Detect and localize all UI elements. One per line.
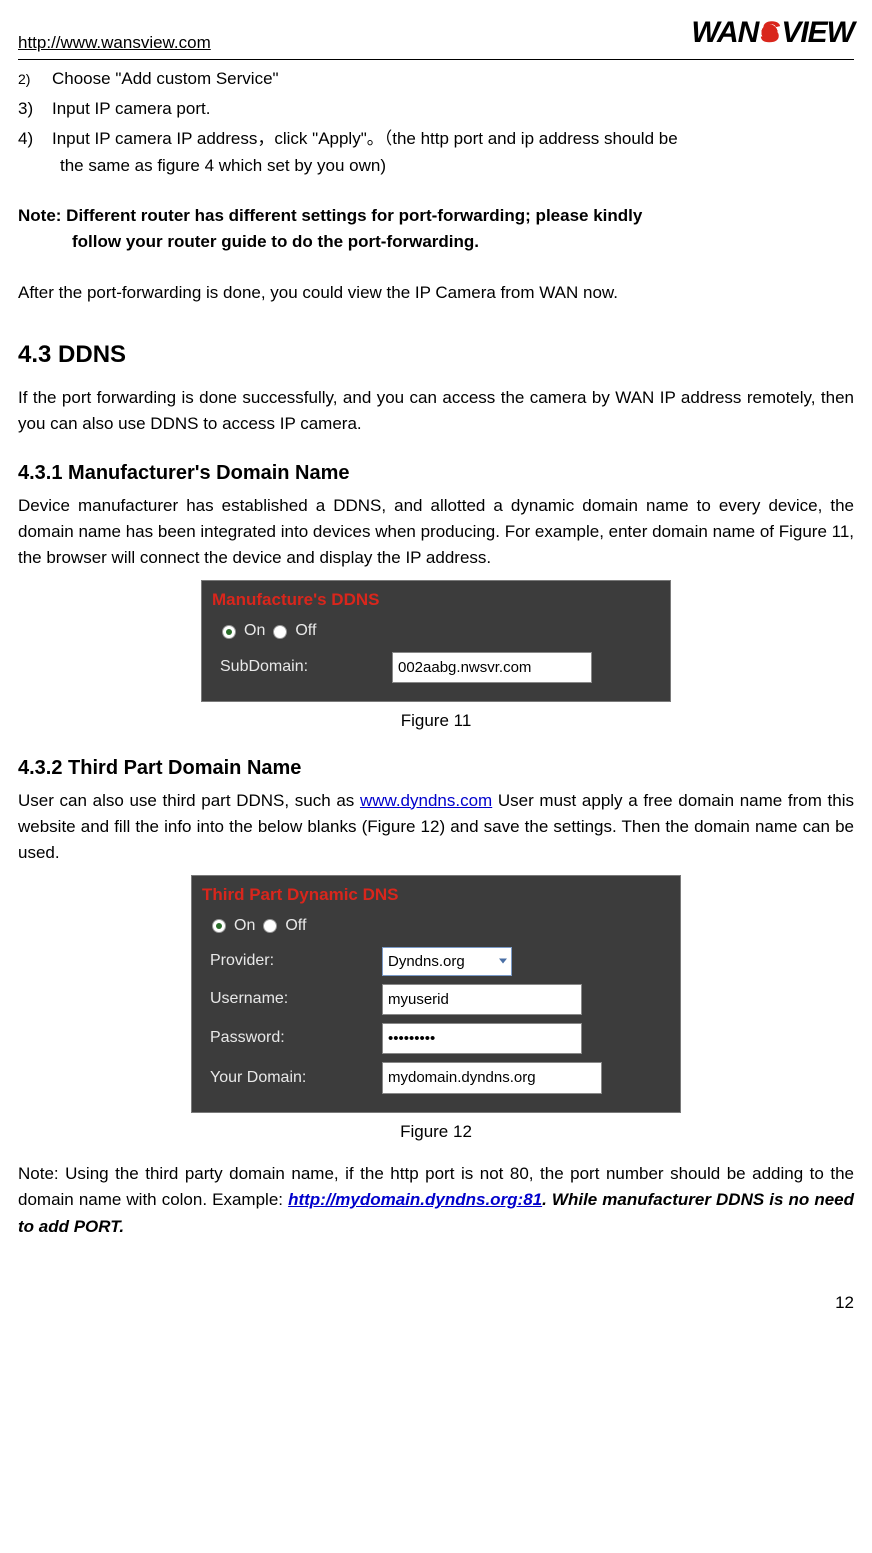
heading-4-3-2: 4.3.2 Third Part Domain Name (18, 753, 854, 784)
logo-s: S (758, 16, 781, 49)
password-input[interactable]: ••••••••• (382, 1023, 582, 1054)
onoff-row: On Off (212, 619, 660, 644)
radio-on-label: On (234, 914, 255, 939)
header-url[interactable]: http://www.wansview.com (18, 30, 211, 56)
radio-off[interactable] (273, 625, 287, 639)
dyndns-link[interactable]: www.dyndns.com (360, 791, 492, 810)
step-text: Choose "Add custom Service" (52, 69, 279, 88)
para-4-3-2: User can also use third part DDNS, such … (18, 788, 854, 867)
username-input[interactable]: myuserid (382, 984, 582, 1015)
radio-on-label: On (244, 619, 265, 644)
subdomain-label: SubDomain: (212, 655, 392, 680)
radio-off[interactable] (263, 919, 277, 933)
provider-label: Provider: (202, 949, 382, 974)
step-3: 3)Input IP camera port. (18, 96, 854, 122)
panel-title: Third Part Dynamic DNS (202, 882, 670, 908)
radio-off-label: Off (285, 914, 306, 939)
ddns-manufacture-panel: Manufacture's DDNS On Off SubDomain: 002… (201, 580, 671, 702)
step-text: Input IP camera IP address，click "Apply"… (52, 129, 678, 148)
subdomain-input[interactable]: 002aabg.nwsvr.com (392, 652, 592, 683)
ddns-thirdparty-panel: Third Part Dynamic DNS On Off Provider: … (191, 875, 681, 1113)
onoff-row: On Off (202, 914, 670, 939)
example-url-link[interactable]: http://mydomain.dyndns.org:81 (288, 1190, 542, 1209)
step-num: 2) (18, 69, 52, 91)
step-text: Input IP camera port. (52, 99, 210, 118)
username-label: Username: (202, 987, 382, 1012)
step-num: 3) (18, 96, 52, 122)
domain-input[interactable]: mydomain.dyndns.org (382, 1062, 602, 1093)
para-after-forwarding: After the port-forwarding is done, you c… (18, 280, 854, 306)
domain-label: Your Domain: (202, 1066, 382, 1091)
page-number: 12 (18, 1290, 854, 1316)
password-row: Password: ••••••••• (202, 1023, 670, 1054)
figure-12-caption: Figure 12 (18, 1119, 854, 1145)
figure-11: Manufacture's DDNS On Off SubDomain: 002… (18, 580, 854, 702)
para-4-3: If the port forwarding is done successfu… (18, 385, 854, 438)
para-4-3-1: Device manufacturer has established a DD… (18, 493, 854, 572)
page-header: http://www.wansview.com WANSVIEW (18, 10, 854, 60)
subdomain-row: SubDomain: 002aabg.nwsvr.com (212, 652, 660, 683)
username-row: Username: myuserid (202, 984, 670, 1015)
provider-select[interactable]: Dyndns.org (382, 947, 512, 976)
step-2: 2)Choose "Add custom Service" (18, 66, 854, 92)
password-label: Password: (202, 1026, 382, 1051)
figure-11-caption: Figure 11 (18, 708, 854, 734)
heading-4-3-1: 4.3.1 Manufacturer's Domain Name (18, 458, 854, 489)
step-num: 4) (18, 126, 52, 152)
step-4: 4)Input IP camera IP address，click "Appl… (18, 126, 854, 179)
radio-on[interactable] (212, 919, 226, 933)
step-text-cont: the same as figure 4 which set by you ow… (60, 153, 854, 179)
figure-12: Third Part Dynamic DNS On Off Provider: … (18, 875, 854, 1113)
panel-title: Manufacture's DDNS (212, 587, 660, 613)
provider-row: Provider: Dyndns.org (202, 947, 670, 976)
domain-row: Your Domain: mydomain.dyndns.org (202, 1062, 670, 1093)
logo-pre: WAN (691, 16, 758, 49)
para-text-a: User can also use third part DDNS, such … (18, 791, 360, 810)
radio-on[interactable] (222, 625, 236, 639)
note-third-party: Note: Using the third party domain name,… (18, 1161, 854, 1240)
radio-off-label: Off (295, 619, 316, 644)
heading-4-3: 4.3 DDNS (18, 336, 854, 373)
note-port-forwarding: Note: Different router has different set… (18, 203, 854, 256)
note-line1: Note: Different router has different set… (18, 206, 642, 225)
logo: WANSVIEW (691, 10, 854, 57)
note-line2: follow your router guide to do the port-… (18, 229, 854, 255)
logo-post: VIEW (781, 16, 854, 49)
